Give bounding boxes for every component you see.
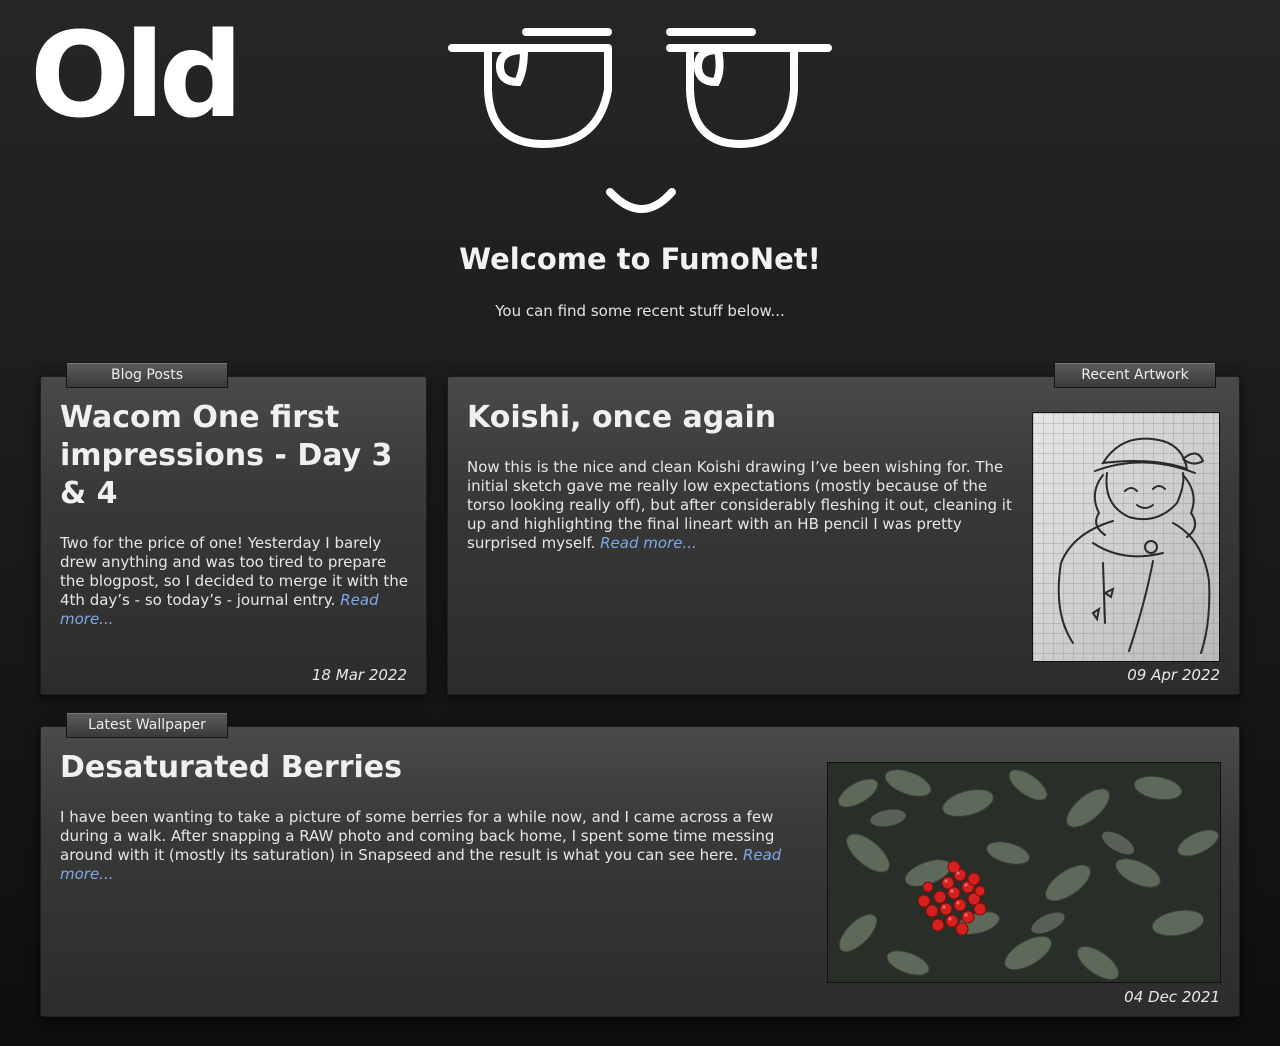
- artwork-body: Now this is the nice and clean Koishi dr…: [467, 458, 1012, 552]
- blog-post-date: 18 Mar 2022: [311, 666, 407, 684]
- recent-artwork-tab[interactable]: Recent Artwork: [1054, 362, 1216, 388]
- wallpaper-title[interactable]: Desaturated Berries: [60, 749, 800, 787]
- wallpaper-body: I have been wanting to take a picture of…: [60, 808, 775, 864]
- wallpaper-excerpt: I have been wanting to take a picture of…: [60, 808, 790, 884]
- artwork-date: 09 Apr 2022: [1127, 666, 1220, 684]
- latest-wallpaper-tab[interactable]: Latest Wallpaper: [66, 712, 228, 738]
- old-site-label[interactable]: Old: [30, 16, 243, 134]
- welcome-subtitle: You can find some recent stuff below...: [495, 302, 785, 320]
- blog-posts-panel: Blog Posts Wacom One first impressions -…: [40, 362, 427, 695]
- blog-posts-tab[interactable]: Blog Posts: [66, 362, 228, 388]
- fumo-face-logo: [440, 20, 840, 230]
- recent-artwork-panel: Recent Artwork Koishi, once again Now th…: [447, 362, 1240, 695]
- artwork-title[interactable]: Koishi, once again: [467, 399, 1007, 437]
- artwork-excerpt: Now this is the nice and clean Koishi dr…: [467, 458, 1012, 553]
- blog-post-title[interactable]: Wacom One first impressions - Day 3 & 4: [60, 399, 410, 513]
- blog-post-excerpt: Two for the price of one! Yesterday I ba…: [60, 534, 410, 629]
- welcome-title: Welcome to FumoNet!: [459, 242, 821, 276]
- wallpaper-date: 04 Dec 2021: [1124, 988, 1220, 1006]
- pencil-sketch-image-icon: [1033, 413, 1219, 661]
- artwork-read-more-link[interactable]: Read more...: [600, 534, 697, 552]
- berries-photo-icon: [828, 763, 1220, 982]
- wallpaper-thumbnail[interactable]: [827, 762, 1221, 983]
- latest-wallpaper-panel: Latest Wallpaper Desaturated Berries I h…: [40, 712, 1240, 1017]
- fumo-face-icon: [448, 28, 832, 213]
- artwork-thumbnail[interactable]: [1032, 412, 1220, 662]
